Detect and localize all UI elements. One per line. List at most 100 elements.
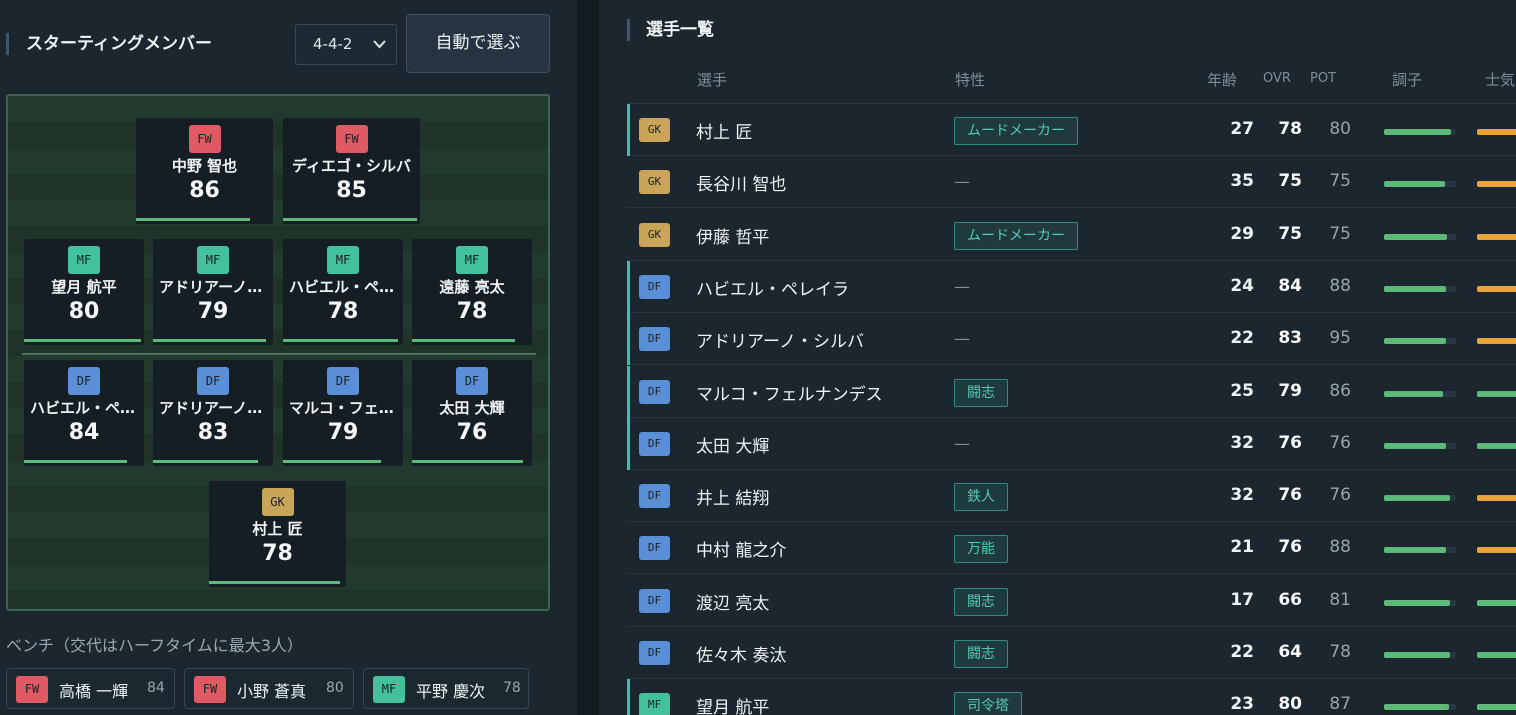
player-name: 中村 龍之介: [696, 541, 787, 562]
player-ovr: 66: [1278, 589, 1302, 610]
pitch-player-card[interactable]: FW ディエゴ・シルバ 85: [283, 118, 420, 224]
player-ovr: 64: [1278, 642, 1302, 662]
roster-row[interactable]: GK 村上 匠 ムードメーカー 27 78 80: [627, 104, 1516, 156]
condition-bar: [1384, 442, 1446, 449]
position-badge: MF: [456, 246, 488, 274]
header-condition[interactable]: 調子: [1392, 69, 1422, 90]
player-ovr: 79: [1278, 380, 1302, 401]
bench-player[interactable]: FW 高橋 一輝 84: [6, 668, 175, 709]
pitch-player-card[interactable]: GK 村上 匠 78: [209, 481, 346, 587]
morale-bar: [1477, 390, 1516, 397]
bench-player[interactable]: MF 平野 慶次 78: [363, 668, 529, 709]
trait-empty: —: [954, 329, 970, 349]
player-name: マルコ・フェルナンデス: [696, 384, 883, 405]
player-name: 村上 匠: [696, 123, 753, 143]
position-badge: DF: [639, 431, 670, 456]
trait-tag: 闘志: [954, 587, 1008, 616]
player-name: マルコ・フェルナンデス: [289, 399, 403, 417]
position-badge: MF: [327, 246, 359, 274]
player-ovr: 80: [68, 299, 100, 324]
roster-row[interactable]: DF 渡辺 亮太 闘志 17 66 81: [627, 575, 1516, 627]
player-ovr: 75: [1278, 171, 1302, 192]
pitch-player-card[interactable]: DF ハビエル・ペレイラ 84: [24, 360, 144, 466]
roster-row[interactable]: GK 長谷川 智也 — 35 75 75: [627, 156, 1516, 209]
condition-bar: [136, 218, 250, 221]
player-ovr: 79: [197, 299, 229, 324]
roster-title: 選手一覧: [627, 19, 714, 41]
player-ovr: 83: [1278, 328, 1302, 349]
morale-bar: [1477, 233, 1516, 240]
player-name: 伊藤 哲平: [696, 227, 770, 248]
header-ovr[interactable]: OVR: [1263, 71, 1291, 86]
player-pot: 76: [1329, 432, 1351, 453]
condition-bar: [24, 460, 127, 463]
roster-row[interactable]: DF ハビエル・ペレイラ — 24 84 88: [627, 260, 1516, 313]
player-age: 24: [1230, 275, 1254, 296]
roster-row[interactable]: DF 井上 結翔 鉄人 32 76 76: [627, 470, 1516, 523]
header-age[interactable]: 年齢: [1207, 69, 1237, 90]
player-ovr: 78: [262, 541, 293, 566]
roster-row[interactable]: DF 太田 大輝 — 32 76 76: [627, 417, 1516, 470]
condition-bar: [412, 460, 523, 463]
player-name: アドリアーノ・シルバ: [696, 332, 864, 353]
formation-select[interactable]: 4-4-2: [295, 24, 397, 65]
player-name: 太田 大輝: [696, 436, 770, 457]
roster-row[interactable]: DF アドリアーノ・シルバ — 22 83 95: [627, 313, 1516, 366]
bench-player[interactable]: FW 小野 蒼真 80: [184, 668, 354, 709]
roster-row[interactable]: GK 伊藤 哲平 ムードメーカー 29 75 75: [627, 209, 1516, 261]
header-pot[interactable]: POT: [1310, 71, 1336, 86]
player-name: 遠藤 亮太: [439, 278, 505, 296]
trait-tag: 司令塔: [954, 692, 1022, 715]
starting-lineup-title: スターティングメンバー: [6, 33, 212, 55]
roster-row[interactable]: DF 佐々木 奏汰 闘志 22 64 78: [627, 627, 1516, 679]
pitch-player-card[interactable]: MF ハビエル・ペレイラ 78: [283, 239, 403, 345]
pitch-player-card[interactable]: DF マルコ・フェルナンデス 79: [283, 360, 403, 466]
player-age: 21: [1230, 537, 1254, 558]
player-age: 23: [1230, 694, 1254, 715]
pitch-player-card[interactable]: MF アドリアーノ・シルバ 79: [153, 239, 273, 345]
player-name: アドリアーノ・シルバ: [159, 278, 273, 296]
morale-bar: [1477, 547, 1516, 554]
pitch-player-card[interactable]: DF アドリアーノ・シルバ 83: [153, 360, 273, 466]
player-pot: 75: [1329, 171, 1351, 192]
player-ovr: 80: [326, 680, 344, 696]
trait-tag: 闘志: [954, 640, 1008, 668]
position-badge: GK: [639, 222, 670, 247]
header-trait[interactable]: 特性: [955, 69, 985, 90]
player-age: 27: [1230, 119, 1254, 139]
player-pot: 76: [1329, 485, 1351, 506]
morale-bar: [1477, 285, 1516, 292]
header-player[interactable]: 選手: [697, 69, 727, 90]
trait-tag: 万能: [954, 535, 1008, 564]
player-ovr: 78: [503, 680, 521, 696]
player-name: 高橋 一輝: [59, 682, 129, 701]
player-name: 長谷川 智也: [696, 175, 787, 196]
panel-divider[interactable]: [577, 0, 599, 715]
player-ovr: 78: [456, 299, 488, 324]
player-ovr: 75: [1278, 223, 1302, 244]
morale-bar: [1477, 129, 1516, 135]
roster-panel: 選手一覧 選手 特性 年齢 OVR POT 調子 士気 GK 村上 匠 ムードメーカ…: [599, 0, 1516, 715]
pitch-player-card[interactable]: FW 中野 智也 86: [136, 118, 273, 224]
position-badge: DF: [456, 367, 488, 395]
player-name: ハビエル・ペレイラ: [289, 278, 403, 296]
roster-row[interactable]: DF 中村 龍之介 万能 21 76 88: [627, 522, 1516, 575]
condition-bar: [1384, 495, 1450, 502]
condition-bar: [412, 339, 515, 342]
player-ovr: 84: [68, 420, 100, 445]
header-morale[interactable]: 士気: [1485, 69, 1515, 90]
player-name: 村上 匠: [252, 520, 303, 538]
morale-bar: [1477, 652, 1516, 658]
pitch-player-card[interactable]: MF 遠藤 亮太 78: [412, 239, 532, 345]
auto-select-button[interactable]: 自動で選ぶ: [406, 14, 550, 73]
player-pot: 86: [1329, 380, 1351, 401]
position-badge: DF: [197, 367, 229, 395]
player-name: 太田 大輝: [439, 399, 505, 417]
pitch-player-card[interactable]: MF 望月 航平 80: [24, 239, 144, 345]
condition-bar: [1384, 652, 1450, 658]
player-ovr: 85: [336, 178, 367, 203]
roster-row[interactable]: MF 望月 航平 司令塔 23 80 87: [627, 679, 1516, 715]
trait-tag: ムードメーカー: [954, 117, 1078, 145]
roster-row[interactable]: DF マルコ・フェルナンデス 闘志 25 79 86: [627, 365, 1516, 418]
pitch-player-card[interactable]: DF 太田 大輝 76: [412, 360, 532, 466]
